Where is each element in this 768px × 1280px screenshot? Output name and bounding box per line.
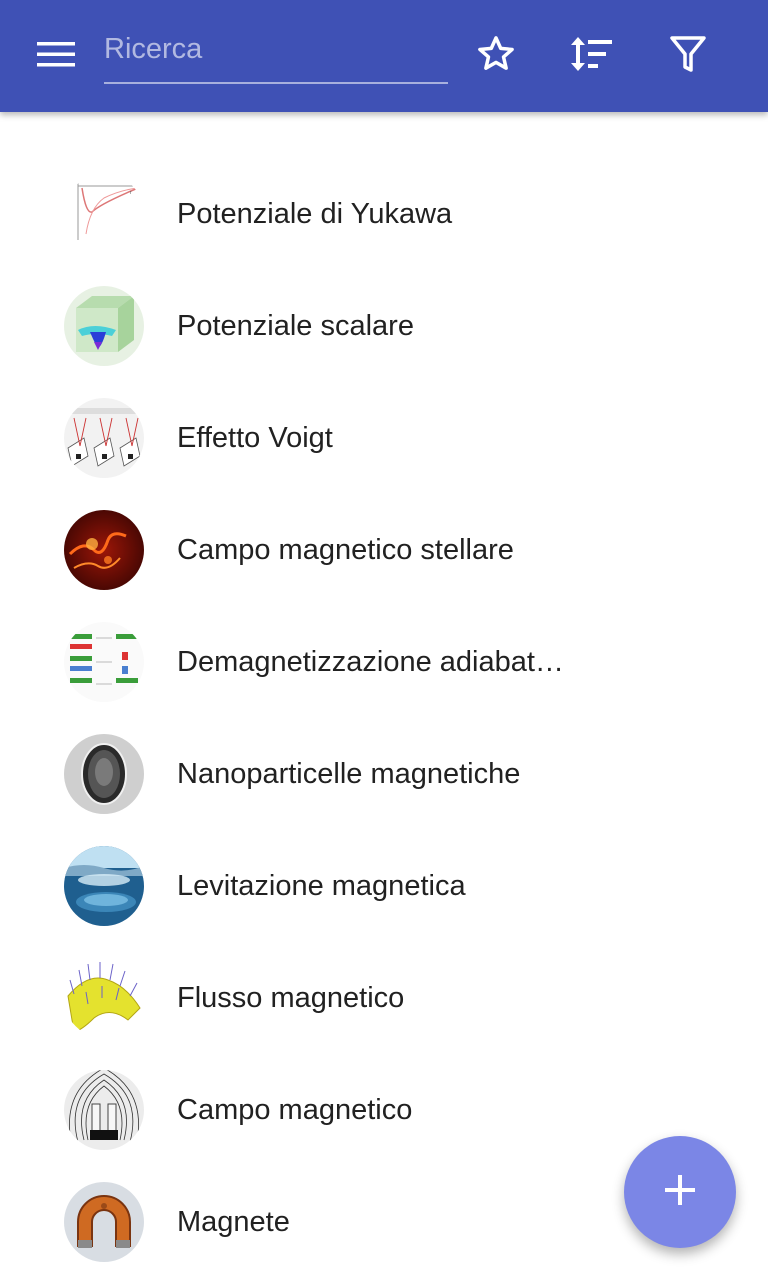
list-item-label: Effetto Voigt — [177, 422, 333, 454]
add-button[interactable] — [624, 1136, 736, 1248]
filter-button[interactable] — [656, 24, 720, 88]
yukawa-plot-thumbnail: r — [64, 174, 144, 254]
nanoparticle-thumbnail — [64, 734, 144, 814]
demagnetization-thumbnail — [64, 622, 144, 702]
scalar-potential-thumbnail — [64, 286, 144, 366]
levitation-thumbnail — [64, 846, 144, 926]
list-item-label: Campo magnetico stellare — [177, 534, 514, 566]
sort-button[interactable] — [560, 24, 624, 88]
list-item[interactable]: r Potenziale di Yukawa — [0, 158, 768, 270]
list-item[interactable]: Levitazione magnetica — [0, 830, 768, 942]
star-outline-icon — [475, 33, 517, 80]
search-field — [104, 26, 448, 84]
filter-icon — [670, 35, 706, 78]
list-item-label: Potenziale di Yukawa — [177, 198, 453, 230]
search-input[interactable] — [104, 26, 448, 72]
app-bar — [0, 0, 768, 112]
list-item-label: Nanoparticelle magnetiche — [177, 758, 521, 790]
voigt-diagram-thumbnail — [64, 398, 144, 478]
list-item[interactable]: Campo magnetico stellare — [0, 494, 768, 606]
menu-icon — [37, 40, 75, 73]
topic-list: r Potenziale di Yukawa Potenziale scalar… — [0, 158, 768, 1278]
list-item[interactable]: Effetto Voigt — [0, 382, 768, 494]
list-item-label: Levitazione magnetica — [177, 870, 466, 902]
list-item[interactable]: Flusso magnetico — [0, 942, 768, 1054]
stellar-field-thumbnail — [64, 510, 144, 590]
list-item-label: Flusso magnetico — [177, 982, 405, 1014]
list-item[interactable]: Potenziale scalare — [0, 270, 768, 382]
sort-icon — [569, 34, 615, 79]
flux-surface-thumbnail — [64, 958, 144, 1038]
favorites-button[interactable] — [464, 24, 528, 88]
list-item-label: Potenziale scalare — [177, 310, 414, 342]
list-item-label: Campo magnetico — [177, 1094, 413, 1126]
plus-icon — [663, 1173, 697, 1212]
menu-button[interactable] — [24, 26, 88, 86]
magnetic-field-thumbnail — [64, 1070, 144, 1150]
list-item[interactable]: Nanoparticelle magnetiche — [0, 718, 768, 830]
list-item[interactable]: Demagnetizzazione adiabat… — [0, 606, 768, 718]
horseshoe-magnet-thumbnail — [64, 1182, 144, 1262]
list-item-label: Magnete — [177, 1206, 290, 1238]
list-item-label: Demagnetizzazione adiabat… — [177, 646, 564, 678]
